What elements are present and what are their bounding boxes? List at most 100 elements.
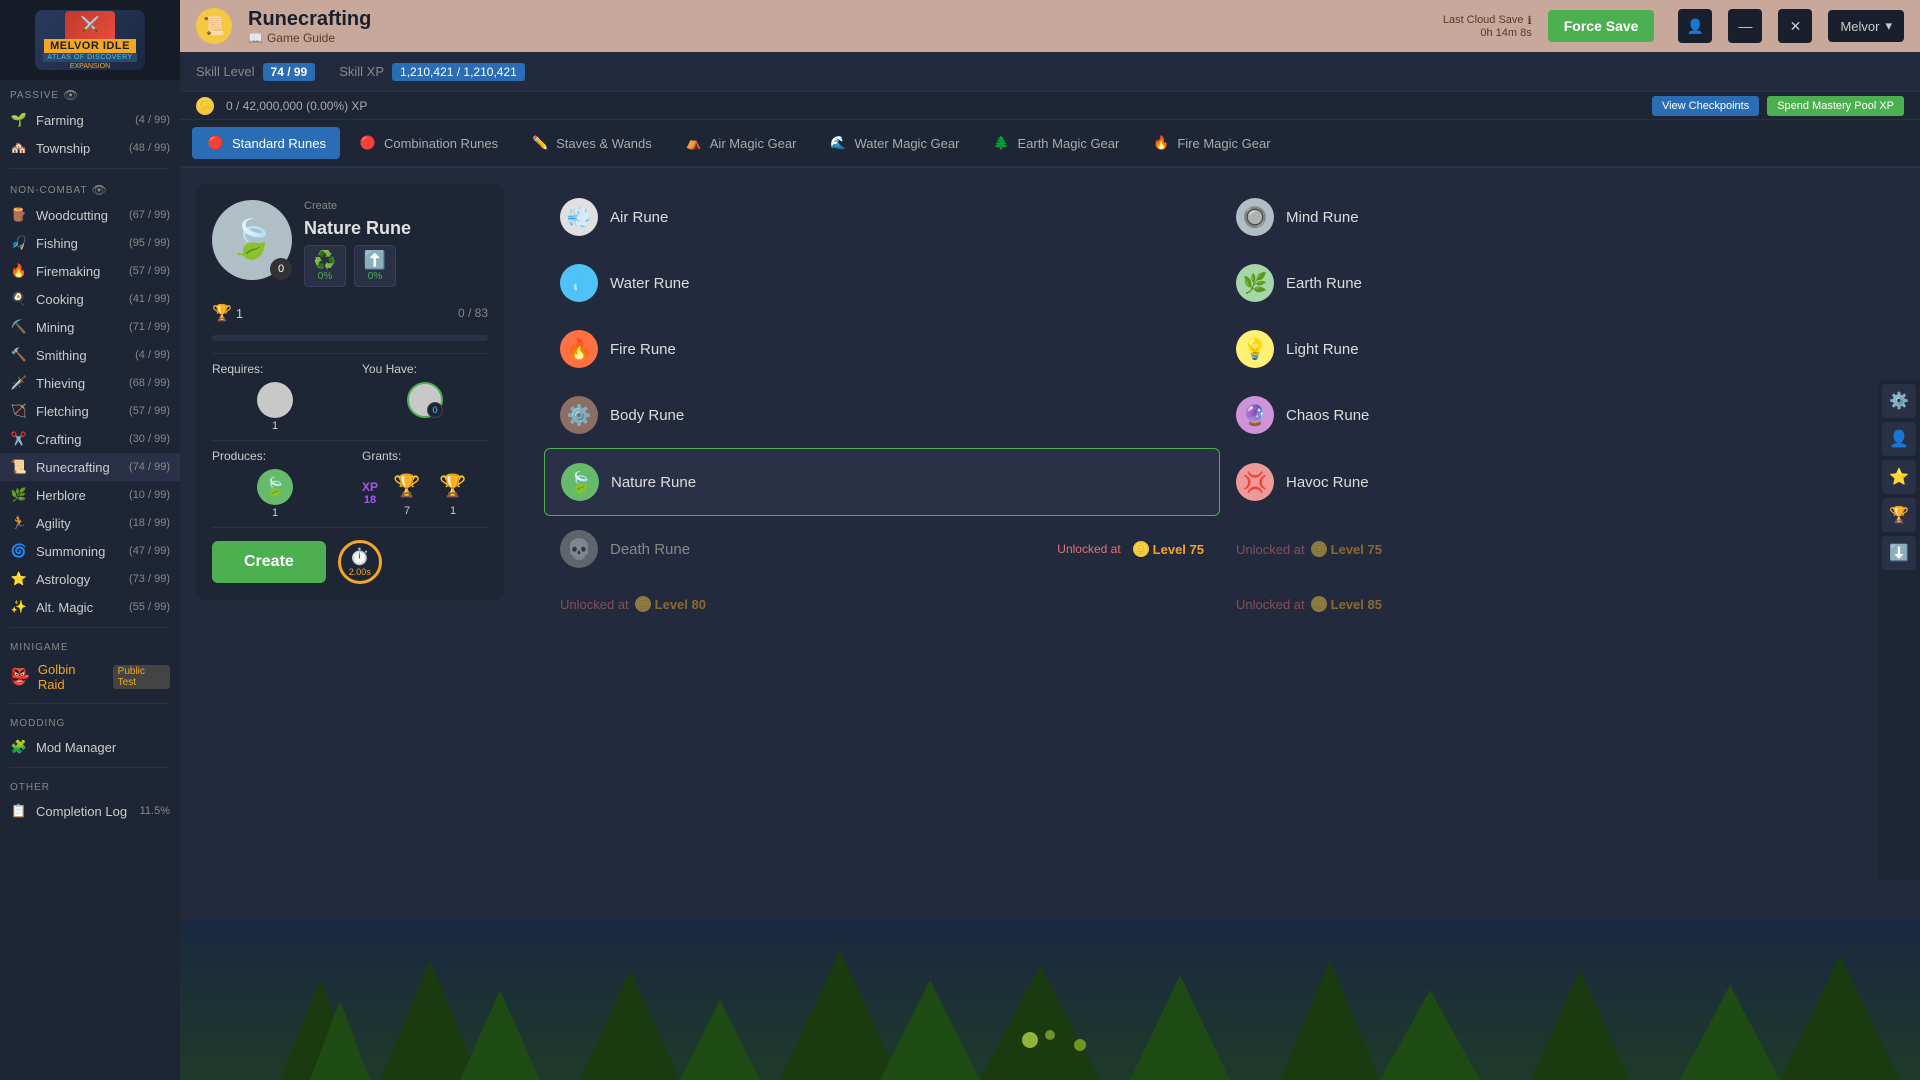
rune-item-earth-rune[interactable]: 🌿 Earth Rune <box>1220 250 1896 316</box>
skill-title: Runecrafting <box>248 8 371 31</box>
sidebar-item-fishing[interactable]: 🎣 Fishing (95 / 99) <box>0 229 180 257</box>
craft-timer: ⏱️ 2.00s <box>338 540 382 584</box>
tab-air-magic-gear[interactable]: ⛺Air Magic Gear <box>670 127 811 159</box>
sidebar-item-farming[interactable]: 🌱 Farming (4 / 99) <box>0 106 180 134</box>
sidebar-item-smithing[interactable]: 🔨 Smithing (4 / 99) <box>0 341 180 369</box>
settings-float-button[interactable]: ⚙️ <box>1882 384 1916 418</box>
main-content: 📜 Runecrafting 📖 Game Guide Last Cloud S… <box>180 0 1920 1080</box>
rune-item-water-rune[interactable]: 💧 Water Rune <box>544 250 1220 316</box>
top-header: 📜 Runecrafting 📖 Game Guide Last Cloud S… <box>180 0 1920 52</box>
sidebar-item-astrology[interactable]: ⭐ Astrology (73 / 99) <box>0 565 180 593</box>
non-combat-section-label: NON-COMBAT 👁 <box>0 175 180 201</box>
profile-float-button[interactable]: 👤 <box>1882 422 1916 456</box>
view-checkpoints-button[interactable]: View Checkpoints <box>1652 96 1759 116</box>
craft-card: 🍃 0 Create Nature Rune ♻️ 0% <box>196 184 504 600</box>
create-button[interactable]: Create <box>212 541 326 583</box>
produces-item: 🍃 1 <box>212 469 338 519</box>
sidebar-item-agility[interactable]: 🏃 Agility (18 / 99) <box>0 509 180 537</box>
create-label: Create <box>304 200 411 212</box>
header-close-button[interactable]: ✕ <box>1778 9 1812 43</box>
have-item: 0 <box>362 382 488 418</box>
logo[interactable]: ⚔️ MELVOR IDLE ATLAS OF DISCOVERY EXPANS… <box>0 0 180 80</box>
cloud-save-info: Last Cloud Save ℹ 0h 14m 8s <box>1443 14 1532 39</box>
xp-progress-row: 🪙 0 / 42,000,000 (0.00%) XP View Checkpo… <box>180 92 1920 120</box>
mastery-progress-bar <box>212 335 488 341</box>
header-person-button[interactable]: 👤 <box>1678 9 1712 43</box>
minigame-section-label: MINIGAME <box>0 634 180 657</box>
sidebar-item-firemaking[interactable]: 🔥 Firemaking (57 / 99) <box>0 257 180 285</box>
header-menu-button[interactable]: — <box>1728 9 1762 43</box>
sidebar-item-mod-manager[interactable]: 🧩 Mod Manager <box>0 733 180 761</box>
spend-mastery-button[interactable]: Spend Mastery Pool XP <box>1767 96 1904 116</box>
rune-item-death-rune: 💀 Death Rune Unlocked at 🪙 Level 75 <box>544 516 1220 582</box>
sidebar-item-golbin-raid[interactable]: 👺 Golbin Raid Public Test <box>0 657 180 697</box>
rune-item-nature-rune[interactable]: 🍃 Nature Rune <box>544 448 1220 516</box>
craft-recycle-button[interactable]: ♻️ 0% <box>304 245 346 287</box>
tab-water-magic-gear[interactable]: 🌊Water Magic Gear <box>814 127 973 159</box>
other-section-label: OTHER <box>0 774 180 797</box>
craft-panel: 🍃 0 Create Nature Rune ♻️ 0% <box>180 168 520 920</box>
skill-level-display: Skill Level 74 / 99 <box>196 63 315 81</box>
sidebar-item-woodcutting[interactable]: 🪵 Woodcutting (67 / 99) <box>0 201 180 229</box>
rune-item-fire-rune[interactable]: 🔥 Fire Rune <box>544 316 1220 382</box>
skill-xp-display: Skill XP 1,210,421 / 1,210,421 <box>339 63 525 81</box>
rune-item-mind-rune[interactable]: 🔘 Mind Rune <box>1220 184 1896 250</box>
rune-item-air-rune[interactable]: 💨 Air Rune <box>544 184 1220 250</box>
requires-item: 1 <box>212 382 338 432</box>
tab-earth-magic-gear[interactable]: 🌲Earth Magic Gear <box>977 127 1133 159</box>
tab-staves-wands[interactable]: ✏️Staves & Wands <box>516 127 666 159</box>
trophy-float-button[interactable]: 🏆 <box>1882 498 1916 532</box>
sidebar-item-crafting[interactable]: ✂️ Crafting (30 / 99) <box>0 425 180 453</box>
header-user-dropdown[interactable]: Melvor ▾ <box>1828 10 1904 42</box>
modding-section-label: MODDING <box>0 710 180 733</box>
mastery-grant: 🏆 7 <box>390 469 424 517</box>
mastery-pool-coin: 🪙 <box>196 97 214 115</box>
sidebar-item-completion-log[interactable]: 📋 Completion Log 11.5% <box>0 797 180 825</box>
xp-progress-text: 0 / 42,000,000 (0.00%) XP <box>226 99 1640 113</box>
force-save-button[interactable]: Force Save <box>1548 10 1655 42</box>
skill-level-badge: 74 / 99 <box>263 63 316 81</box>
passive-section-label: PASSIVE 👁 <box>0 80 180 106</box>
skill-icon: 📜 <box>196 8 232 44</box>
mastery-progress-row: 🏆 1 0 / 83 <box>212 303 488 323</box>
sidebar-item-thieving[interactable]: 🗡️ Thieving (68 / 99) <box>0 369 180 397</box>
rune-item-light-rune[interactable]: 💡 Light Rune <box>1220 316 1896 382</box>
sidebar-item-fletching[interactable]: 🏹 Fletching (57 / 99) <box>0 397 180 425</box>
sidebar-item-runecrafting[interactable]: 📜 Runecrafting (74 / 99) <box>0 453 180 481</box>
sidebar-item-mining[interactable]: ⛏️ Mining (71 / 99) <box>0 313 180 341</box>
tab-standard-runes[interactable]: 🔴Standard Runes <box>192 127 340 159</box>
tab-fire-magic-gear[interactable]: 🔥Fire Magic Gear <box>1137 127 1284 159</box>
rune-item-body-rune[interactable]: ⚙️ Body Rune <box>544 382 1220 448</box>
sidebar-item-herblore[interactable]: 🌿 Herblore (10 / 99) <box>0 481 180 509</box>
xp-grant: XP 18 <box>362 480 378 506</box>
game-guide-link[interactable]: 📖 Game Guide <box>248 31 371 45</box>
background-scenery <box>180 920 1920 1080</box>
sidebar-item-cooking[interactable]: 🍳 Cooking (41 / 99) <box>0 285 180 313</box>
star-float-button[interactable]: ⭐ <box>1882 460 1916 494</box>
craft-upgrade-button[interactable]: ⬆️ 0% <box>354 245 396 287</box>
floating-buttons: ⚙️ 👤 ⭐ 🏆 ⬇️ <box>1878 380 1920 880</box>
skill-bar: Skill Level 74 / 99 Skill XP 1,210,421 /… <box>180 52 1920 92</box>
craft-item-quantity: 0 <box>270 258 292 280</box>
rune-item-12: Unlocked at 🪙 Level 80 <box>544 582 1220 626</box>
chevron-float-button[interactable]: ⬇️ <box>1882 536 1916 570</box>
runes-panel: 💨 Air Rune 🔘 Mind Rune 💧 Water Rune 🌿 Ea… <box>520 168 1920 920</box>
rune-item-chaos-rune[interactable]: 🔮 Chaos Rune <box>1220 382 1896 448</box>
you-have-label: You Have: <box>362 362 488 376</box>
rune-item-havoc-rune[interactable]: 💢 Havoc Rune <box>1220 448 1896 516</box>
pool-grant: 🏆 1 <box>436 469 470 517</box>
sidebar-item-summoning[interactable]: 🌀 Summoning (47 / 99) <box>0 537 180 565</box>
tab-combination-runes[interactable]: 🔴Combination Runes <box>344 127 512 159</box>
requires-label: Requires: <box>212 362 338 376</box>
craft-item-name: Nature Rune <box>304 218 411 239</box>
sidebar: ⚔️ MELVOR IDLE ATLAS OF DISCOVERY EXPANS… <box>0 0 180 1080</box>
nav-tabs: 🔴Standard Runes🔴Combination Runes✏️Stave… <box>180 120 1920 168</box>
sidebar-item-township[interactable]: 🏘️ Township (48 / 99) <box>0 134 180 162</box>
content-area: 🍃 0 Create Nature Rune ♻️ 0% <box>180 168 1920 920</box>
rune-item-11: Unlocked at 🪙 Level 75 <box>1220 516 1896 582</box>
sidebar-item-alt-magic[interactable]: ✨ Alt. Magic (55 / 99) <box>0 593 180 621</box>
rune-item-13: Unlocked at 🪙 Level 85 <box>1220 582 1896 626</box>
skill-xp-badge: 1,210,421 / 1,210,421 <box>392 63 525 81</box>
grants-label: Grants: <box>362 449 488 463</box>
produces-label: Produces: <box>212 449 338 463</box>
